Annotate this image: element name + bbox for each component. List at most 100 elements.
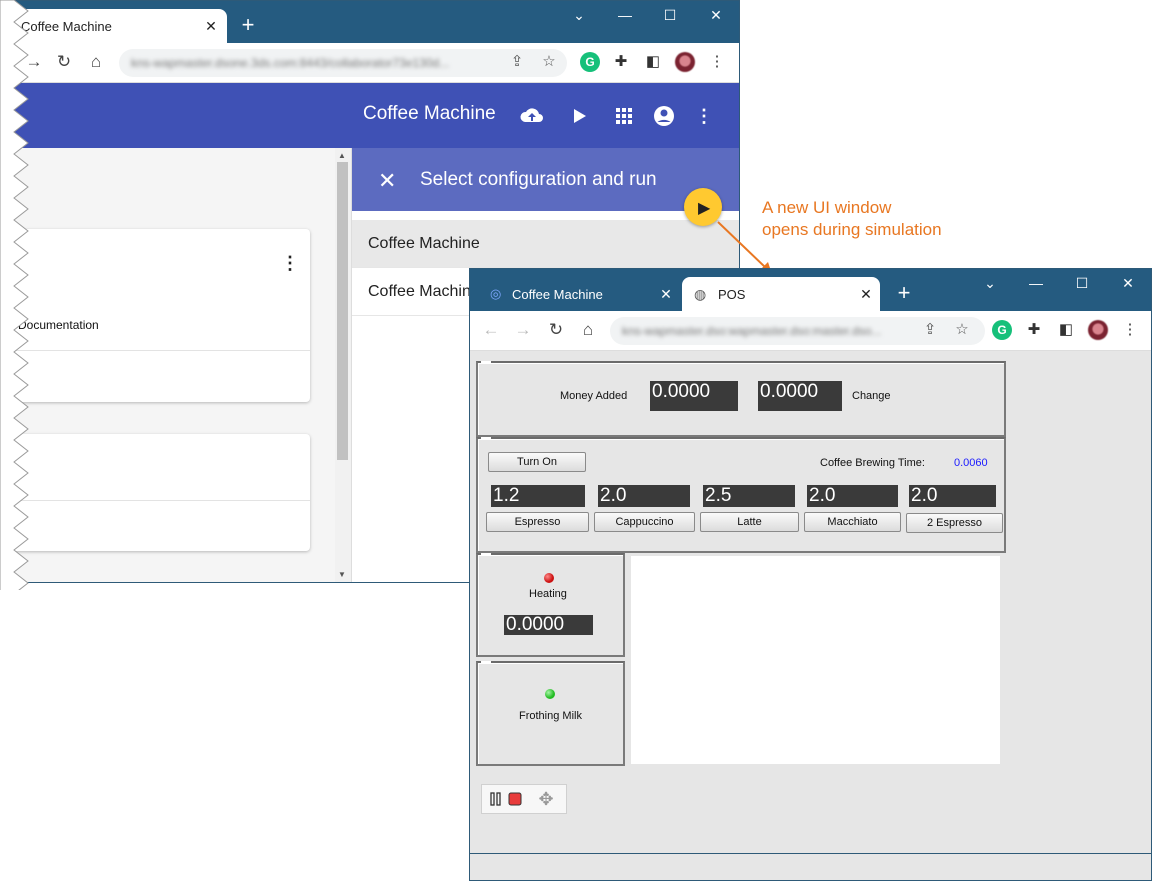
apps-grid-icon[interactable] [611,103,637,129]
back-close-window-icon[interactable]: ✕ [706,7,726,24]
front-tab-pos[interactable]: ◍ POS ✕ [682,277,880,311]
back-url-field[interactable]: kns-wapmaster.dsone.3ds.com:8443/collabo… [119,49,567,77]
front-url-text: kns-wapmaster.dso:wapmaster.dso:master.d… [622,324,882,338]
card-divider [1,350,310,351]
money-added-display: 0.0000 [650,381,738,411]
front-forward-icon[interactable]: → [512,319,534,341]
secondary-card[interactable] [1,434,310,551]
front-tab-close-icon[interactable]: ✕ [658,286,674,303]
back-address-bar: → ↻ ⌂ kns-wapmaster.dsone.3ds.com:8443/c… [1,43,739,83]
back-grammarly-icon[interactable]: G [580,52,600,72]
annotation-callout: A new UI window opens during simulation [762,197,942,241]
front-address-bar: ← → ↻ ⌂ kns-wapmaster.dso:wapmaster.dso:… [470,311,1151,351]
move-icon[interactable]: ✥ [536,789,556,809]
torn-edge-decoration [0,0,29,590]
back-url-text: kns-wapmaster.dsone.3ds.com:8443/collabo… [131,56,450,70]
screenshot-stage: Coffee Machine ✕ + ⌄ — ☐ ✕ → ↻ ⌂ kns-wap… [0,0,1152,881]
output-area [631,556,1000,764]
frothing-led-indicator [545,689,555,699]
heating-display: 0.0000 [504,615,593,635]
front-tab-bar: ◎ Coffee Machine ✕ ◍ POS ✕ + ⌄ — ☐ ✕ [470,269,1151,311]
latte-button[interactable]: Latte [700,512,799,532]
play-badge-icon: ▶ [684,188,722,226]
turn-on-button[interactable]: Turn On [488,452,586,472]
pause-icon[interactable] [490,792,502,806]
heating-led-indicator [544,573,554,583]
pos-panel: Money Added 0.0000 0.0000 Change Turn On… [470,351,1151,851]
back-tab-close-icon[interactable]: ✕ [203,18,219,35]
back-tab-search-icon[interactable]: ⌄ [569,7,589,24]
front-home-icon[interactable]: ⌂ [577,319,599,341]
money-panel: Money Added 0.0000 0.0000 Change [476,361,1006,437]
card-more-icon[interactable]: ⋮ [281,253,299,274]
stop-icon[interactable] [508,792,522,806]
card-documentation-label: Documentation [18,318,99,332]
front-status-bar [470,853,1151,880]
run-play-icon[interactable] [566,103,592,129]
back-new-tab-button[interactable]: + [236,13,260,37]
cappuccino-button[interactable]: Cappuccino [594,512,695,532]
scroll-down-arrow[interactable]: ▼ [338,570,346,579]
left-panel-scrollbar[interactable]: ▲ ▼ [335,148,351,582]
annotation-line-1: A new UI window [762,198,892,217]
front-side-panel-icon[interactable]: ◧ [1056,320,1076,340]
cappuccino-price-display: 2.0 [598,485,690,507]
globe-icon: ◍ [694,285,707,302]
coffee-machine-tab-icon: ◎ [490,286,502,301]
back-tab-coffee-machine[interactable]: Coffee Machine ✕ [1,9,227,43]
double-espresso-price-display: 2.0 [909,485,996,507]
front-browser-window: ◎ Coffee Machine ✕ ◍ POS ✕ + ⌄ — ☐ ✕ ← →… [469,268,1152,881]
close-panel-icon[interactable]: ✕ [378,168,396,194]
panel-notch [481,553,491,555]
cloud-upload-icon[interactable] [519,103,545,129]
front-tab-search-icon[interactable]: ⌄ [980,275,1000,292]
front-minimize-icon[interactable]: — [1026,275,1046,291]
back-home-icon[interactable]: ⌂ [85,51,107,73]
front-tab-coffee-machine[interactable]: ◎ Coffee Machine ✕ [480,277,680,311]
back-reload-icon[interactable]: ↻ [53,51,75,73]
double-espresso-button[interactable]: 2 Espresso [906,513,1003,533]
back-extensions-puzzle-icon[interactable]: ✚ [611,52,631,72]
back-tab-bar: Coffee Machine ✕ + ⌄ — ☐ ✕ [1,1,739,43]
heating-panel: Heating 0.0000 [476,553,625,657]
app-header: Coffee Machine ⋮ [1,83,739,148]
front-maximize-icon[interactable]: ☐ [1072,275,1092,292]
espresso-price-display: 1.2 [491,485,585,507]
scroll-thumb[interactable] [337,162,348,460]
account-circle-icon[interactable] [651,103,677,129]
front-reload-icon[interactable]: ↻ [545,319,567,341]
back-tab-label: Coffee Machine [21,18,112,34]
back-side-panel-icon[interactable]: ◧ [643,52,663,72]
front-back-icon[interactable]: ← [480,319,502,341]
front-profile-avatar[interactable] [1088,320,1108,340]
back-minimize-icon[interactable]: — [615,7,635,23]
macchiato-button[interactable]: Macchiato [804,512,901,532]
front-grammarly-icon[interactable]: G [992,320,1012,340]
front-close-window-icon[interactable]: ✕ [1118,275,1138,292]
configuration-item[interactable]: Coffee Machine [352,220,739,268]
front-tab-close-icon[interactable]: ✕ [858,286,874,303]
annotation-line-2: opens during simulation [762,220,942,239]
back-share-icon[interactable]: ⇪ [507,52,527,72]
espresso-button[interactable]: Espresso [486,512,589,532]
heating-label: Heating [529,588,567,600]
app-more-icon[interactable]: ⋮ [691,103,717,129]
back-chrome-menu-icon[interactable]: ⋮ [707,52,727,72]
front-chrome-menu-icon[interactable]: ⋮ [1120,320,1140,340]
back-maximize-icon[interactable]: ☐ [660,7,680,24]
scroll-up-arrow[interactable]: ▲ [338,151,346,160]
back-profile-avatar[interactable] [675,52,695,72]
front-new-tab-button[interactable]: + [892,281,916,305]
documentation-card[interactable]: ⋮ Documentation [1,229,310,402]
front-extensions-puzzle-icon[interactable]: ✚ [1024,320,1044,340]
back-bookmark-star-icon[interactable]: ☆ [539,52,559,72]
front-bookmark-star-icon[interactable]: ☆ [952,320,972,340]
brewing-time-value: 0.0060 [954,457,988,469]
latte-price-display: 2.5 [703,485,795,507]
app-title: Coffee Machine [363,103,496,124]
frothing-label: Frothing Milk [519,710,582,722]
front-tab-label: POS [718,286,746,302]
front-share-icon[interactable]: ⇪ [920,320,940,340]
panel-notch [481,361,491,363]
drinks-panel: Turn On Coffee Brewing Time: 0.0060 1.2 … [476,437,1006,553]
